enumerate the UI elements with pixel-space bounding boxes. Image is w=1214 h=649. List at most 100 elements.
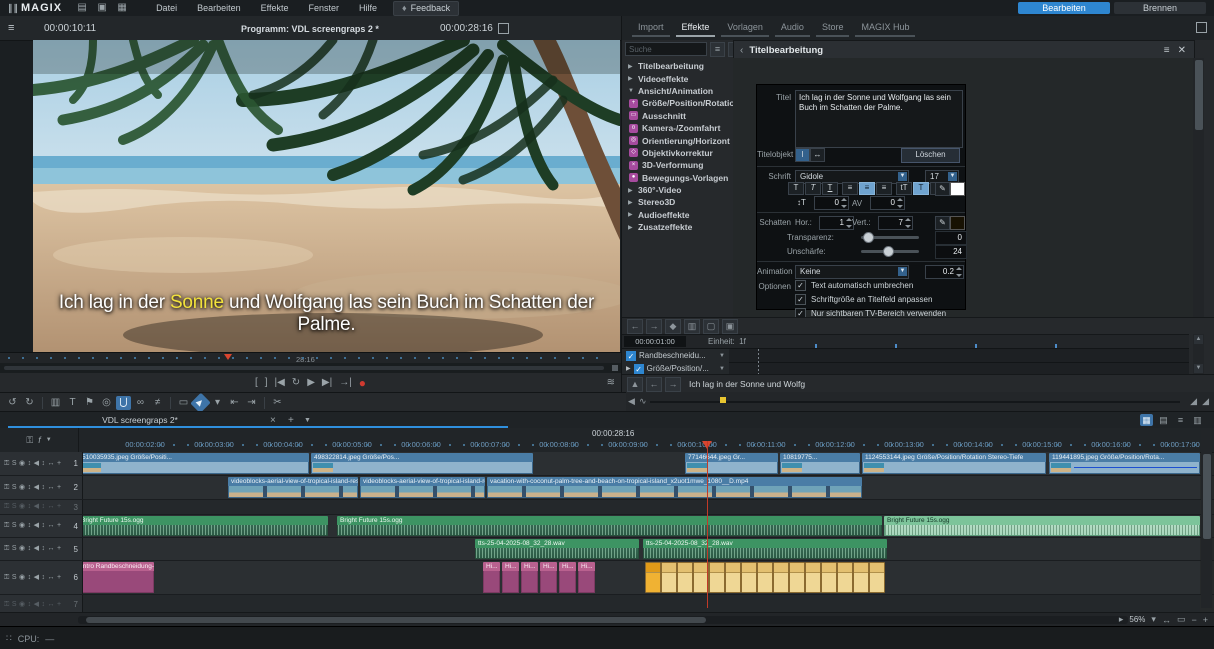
fx-ausschnitt[interactable]: ▭Ausschnitt — [622, 110, 744, 122]
track-lane-6[interactable]: Intro Randbeschneidung-Aus...Hi...Hi...H… — [78, 561, 1200, 594]
checkbox-checked-icon[interactable]: ✓ — [795, 294, 806, 305]
track-lock-icon[interactable]: ⚿ — [4, 460, 9, 468]
object-grabber-icon[interactable]: ◎ — [99, 396, 114, 410]
shadow-vert-input[interactable]: 7 — [878, 216, 913, 230]
keyframe-clip[interactable] — [757, 562, 773, 593]
underline-button[interactable]: T — [822, 182, 838, 195]
tab-magix-hub[interactable]: MAGIX Hub — [855, 20, 915, 37]
title-clip[interactable]: Hi... — [521, 562, 538, 593]
line-spacing-input[interactable]: 0 — [814, 196, 849, 210]
image-clip[interactable]: 10819775... — [780, 453, 860, 474]
track-add-icon[interactable]: + — [57, 522, 61, 530]
zoom-in-icon[interactable]: + — [1203, 615, 1208, 625]
title-clip[interactable]: Intro Randbeschneidung-Aus... — [78, 562, 154, 593]
track-volume-icon[interactable]: ◀ — [34, 460, 39, 468]
corner-resize-icon-2[interactable]: ◢ — [1202, 396, 1209, 407]
keyframe-clip[interactable] — [773, 562, 789, 593]
delete-title-button[interactable]: Löschen — [901, 148, 960, 163]
track-solo-icon[interactable]: S — [12, 503, 17, 511]
track-curve-icon[interactable]: ◉ — [19, 601, 25, 609]
keyframe-clip[interactable] — [869, 562, 885, 593]
marker-icon[interactable]: ⚑ — [82, 396, 97, 410]
tab-add-icon[interactable]: + — [288, 415, 294, 426]
brennen-mode-button[interactable]: Brennen — [1114, 2, 1206, 14]
audio-clip[interactable]: Bright Future 15s.ogg — [884, 516, 1200, 536]
track-solo-icon[interactable]: S — [12, 574, 17, 582]
fx-stereo3d[interactable]: ▶Stereo3D — [622, 196, 744, 208]
trim-out-icon[interactable]: ⇥ — [244, 396, 259, 410]
fx-ansicht-animation[interactable]: ▼Ansicht/Animation — [622, 85, 744, 97]
tab-import[interactable]: Import — [632, 20, 670, 37]
timeline-ruler[interactable]: 00:00:28:16 ⚿ f ▼ 00:00:02:0000:00:03:00… — [0, 428, 1214, 453]
mouse-mode-icon[interactable]: ► — [190, 392, 211, 413]
video-clip[interactable]: vacation-with-coconut-palm-tree-and-beac… — [487, 477, 862, 498]
fx-orientierung-horizont[interactable]: ◎Orientierung/Horizont — [622, 134, 744, 146]
chevron-down-icon[interactable]: ▼ — [898, 267, 907, 276]
keyframe-clip[interactable] — [645, 562, 661, 593]
track-lane-3[interactable] — [78, 500, 1200, 514]
speaker-icon[interactable]: ◀ — [628, 396, 635, 407]
track-solo-icon[interactable]: S — [12, 545, 17, 553]
shadow-color-dropper-icon[interactable]: ✎ — [935, 216, 950, 230]
range-select-icon[interactable]: ▭ — [176, 396, 191, 410]
keyframe-timecode[interactable]: 00:00:01:00 — [624, 336, 686, 347]
track-fade-icon[interactable]: ↕ — [28, 484, 32, 492]
image-clip[interactable]: 498322814.jpeg Größe/Pos... — [311, 453, 533, 474]
track-lane-4[interactable]: Bright Future 15s.oggBright Future 15s.o… — [78, 515, 1200, 537]
unschaerfe-slider[interactable] — [861, 250, 919, 253]
chevron-down-icon[interactable]: ▼ — [719, 366, 725, 372]
animation-select[interactable]: Keine ▼ — [795, 265, 909, 279]
transparenz-value[interactable]: 0 — [935, 231, 967, 245]
track-lock-icon[interactable]: ⚿ — [4, 503, 9, 511]
fx-kamera-zoomfahrt[interactable]: ¤Kamera-/Zoomfahrt — [622, 122, 744, 134]
track-stretch-icon[interactable]: ↔ — [48, 503, 55, 511]
layout-storyboard-icon[interactable]: ▤ — [1157, 414, 1170, 426]
align-right-button[interactable]: ≡ — [876, 182, 892, 195]
keyframe-clip[interactable] — [709, 562, 725, 593]
range-play-button[interactable]: →| — [339, 376, 352, 390]
editor-menu-icon[interactable]: ≡ — [1164, 45, 1170, 56]
track-add-icon[interactable]: + — [57, 545, 61, 553]
track-stretch-icon[interactable]: ↔ — [48, 574, 55, 582]
layout-timeline-icon[interactable]: ▦ — [1140, 414, 1153, 426]
text-color-dropper-icon[interactable]: ✎ — [935, 182, 950, 196]
tab-dropdown-icon[interactable]: ▼ — [304, 417, 311, 424]
track-lane-1[interactable]: 510035935.jpeg Größe/Positi...498322814.… — [78, 452, 1200, 475]
fx-zusatzeffekte[interactable]: ▶Zusatzeffekte — [622, 221, 744, 233]
transparenz-slider-thumb[interactable] — [863, 232, 874, 243]
video-clip[interactable]: videoblocks-aerial-view-of-tropical-isla… — [360, 477, 485, 498]
mark-out-button[interactable]: ] — [265, 376, 268, 390]
chevron-down-icon[interactable]: ▼ — [719, 353, 725, 359]
prev-keyframe-icon[interactable]: ← — [627, 319, 643, 334]
option-schriftgr-e-an-titelfeld-anpassen[interactable]: ✓Schriftgröße an Titelfeld anpassen — [795, 294, 932, 305]
video-preview[interactable]: Ich lag in der Sonne und Wolfgang las se… — [33, 40, 620, 352]
hscroll-thumb[interactable] — [86, 617, 706, 623]
monitor-scrollbar-track[interactable] — [4, 366, 604, 370]
zoom-fit-icon[interactable]: ▭ — [1177, 614, 1186, 625]
scroll-up-icon[interactable]: ▲ — [1194, 335, 1203, 344]
title-clip[interactable]: Hi... — [540, 562, 557, 593]
track-fade-icon[interactable]: ↕ — [28, 574, 32, 582]
volume-handle[interactable] — [720, 397, 726, 403]
menu-hilfe[interactable]: Hilfe — [349, 3, 387, 13]
tab-effekte[interactable]: Effekte — [676, 20, 716, 37]
undo-icon[interactable]: ↺ — [5, 396, 20, 410]
keyframe-clip[interactable] — [853, 562, 869, 593]
tab-audio[interactable]: Audio — [775, 20, 810, 37]
fx-360-video[interactable]: ▶360°-Video — [622, 184, 744, 196]
track-add-icon[interactable]: + — [57, 460, 61, 468]
detach-window-icon[interactable] — [498, 23, 509, 34]
italic-button[interactable]: T — [805, 182, 821, 195]
header-dropdown-icon[interactable]: ▼ — [46, 437, 52, 443]
checkbox-checked-icon[interactable]: ✓ — [795, 280, 806, 291]
file-new-icon[interactable]: ▤ — [75, 2, 89, 14]
add-keyframe-icon[interactable]: ◆ — [665, 319, 681, 334]
title-text-icon[interactable]: T — [65, 396, 80, 410]
track-fade2-icon[interactable]: ↕ — [42, 503, 46, 511]
track-fade2-icon[interactable]: ↕ — [42, 460, 46, 468]
animation-step-input[interactable]: 0.2 — [925, 265, 964, 279]
loop-button[interactable]: ↻ — [292, 376, 300, 390]
next-keyframe-icon[interactable]: → — [646, 319, 662, 334]
image-clip[interactable]: 510035935.jpeg Größe/Positi... — [79, 453, 309, 474]
keyframe-row-randbeschneidu[interactable]: ✓Randbeschneidu...▼ — [622, 349, 1189, 363]
